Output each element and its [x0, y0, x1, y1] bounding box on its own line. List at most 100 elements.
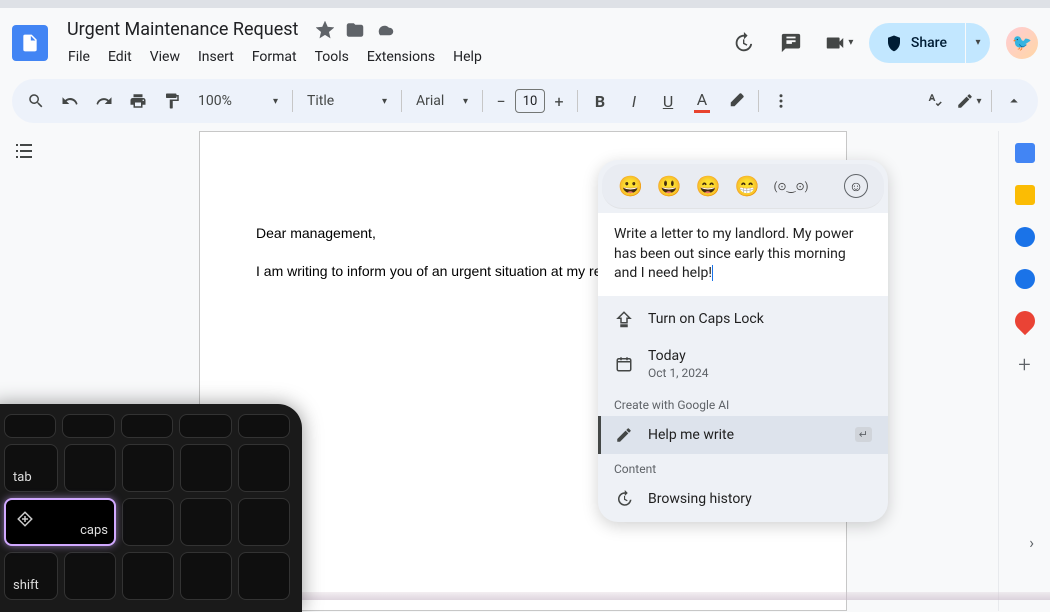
- key-blank[interactable]: [122, 498, 174, 546]
- style-select[interactable]: Title ▾: [299, 85, 395, 117]
- option-caps-lock[interactable]: Turn on Caps Lock: [598, 300, 888, 338]
- collapse-toolbar-icon[interactable]: [998, 85, 1030, 117]
- key-tab[interactable]: tab: [4, 444, 58, 492]
- key-blank[interactable]: [180, 552, 232, 600]
- option-today[interactable]: Today Oct 1, 2024: [598, 338, 888, 390]
- zoom-value: 100%: [198, 93, 232, 109]
- separator: [482, 90, 483, 112]
- option-label: Help me write: [648, 427, 734, 443]
- menu-tools[interactable]: Tools: [307, 45, 357, 69]
- italic-icon[interactable]: I: [618, 85, 650, 117]
- outline-icon[interactable]: [12, 139, 36, 163]
- key-blank[interactable]: [64, 552, 116, 600]
- comments-icon[interactable]: [773, 25, 809, 61]
- menu-insert[interactable]: Insert: [190, 45, 242, 69]
- maps-icon[interactable]: [1010, 307, 1038, 335]
- calendar-icon: [614, 355, 634, 373]
- font-size-input[interactable]: 10: [515, 89, 545, 113]
- emoji-option[interactable]: 😀: [618, 174, 643, 198]
- key-blank[interactable]: [122, 444, 174, 492]
- menu-help[interactable]: Help: [445, 45, 490, 69]
- option-help-me-write[interactable]: Help me write ↵: [598, 416, 888, 454]
- key-fragment[interactable]: [121, 414, 173, 438]
- edit-mode-icon[interactable]: ▾: [953, 85, 985, 117]
- more-icon[interactable]: [765, 85, 797, 117]
- key-caps[interactable]: caps: [4, 498, 116, 546]
- font-select[interactable]: Arial ▾: [408, 85, 476, 117]
- avatar-image: 🐦: [1012, 33, 1032, 52]
- paint-format-icon[interactable]: [156, 85, 188, 117]
- keep-icon[interactable]: [1015, 185, 1035, 205]
- browser-tab-strip: [0, 0, 1050, 8]
- kaomoji-option[interactable]: (⊙‿⊙): [774, 180, 809, 193]
- calendar-icon[interactable]: [1015, 143, 1035, 163]
- caps-lock-icon: [614, 310, 634, 328]
- separator: [991, 90, 992, 112]
- key-fragment[interactable]: [179, 414, 231, 438]
- key-shift[interactable]: shift: [4, 552, 58, 600]
- side-panel: +: [998, 131, 1050, 611]
- key-fragment[interactable]: [4, 414, 56, 438]
- key-blank[interactable]: [180, 444, 232, 492]
- meet-icon[interactable]: ▾: [821, 25, 857, 61]
- menu-file[interactable]: File: [60, 45, 98, 69]
- key-blank[interactable]: [238, 444, 290, 492]
- text-cursor: [712, 265, 713, 281]
- increase-font-icon[interactable]: +: [547, 85, 571, 117]
- key-blank[interactable]: [238, 552, 290, 600]
- print-icon[interactable]: [122, 85, 154, 117]
- star-icon[interactable]: [315, 20, 335, 40]
- hide-side-panel-icon[interactable]: ›: [1029, 533, 1034, 552]
- spellcheck-icon[interactable]: [919, 85, 951, 117]
- key-fragment[interactable]: [62, 414, 114, 438]
- font-size-value: 10: [523, 94, 538, 109]
- quick-insert-icon: [16, 510, 34, 532]
- emoji-option[interactable]: 😄: [696, 174, 721, 198]
- emoji-option[interactable]: 😃: [657, 174, 682, 198]
- share-button[interactable]: Share: [869, 23, 965, 63]
- redo-icon[interactable]: [88, 85, 120, 117]
- assist-options: Turn on Caps Lock Today Oct 1, 2024 Crea…: [598, 296, 888, 522]
- chevron-down-icon: ▾: [273, 96, 278, 107]
- separator: [577, 90, 578, 112]
- menu-view[interactable]: View: [142, 45, 188, 69]
- decrease-font-icon[interactable]: −: [489, 85, 513, 117]
- separator: [758, 90, 759, 112]
- menu-extensions[interactable]: Extensions: [359, 45, 443, 69]
- emoji-suggestions: 😀 😃 😄 😁 (⊙‿⊙) ☺: [602, 164, 884, 209]
- menu-format[interactable]: Format: [244, 45, 305, 69]
- key-fragment[interactable]: [238, 414, 290, 438]
- prompt-input[interactable]: Write a letter to my landlord. My power …: [598, 213, 888, 296]
- option-label: Browsing history: [648, 491, 752, 507]
- avatar[interactable]: 🐦: [1006, 27, 1038, 59]
- underline-icon[interactable]: U: [652, 85, 684, 117]
- tasks-icon[interactable]: [1015, 227, 1035, 247]
- key-blank[interactable]: [180, 498, 232, 546]
- separator: [292, 90, 293, 112]
- history-icon[interactable]: [725, 25, 761, 61]
- title-area: Urgent Maintenance Request File Edit Vie…: [60, 16, 717, 69]
- share-dropdown[interactable]: ▾: [966, 23, 990, 63]
- zoom-select[interactable]: 100% ▾: [190, 85, 286, 117]
- search-icon[interactable]: [20, 85, 52, 117]
- contacts-icon[interactable]: [1015, 269, 1035, 289]
- bold-icon[interactable]: B: [584, 85, 616, 117]
- key-blank[interactable]: [238, 498, 290, 546]
- emoji-option[interactable]: 😁: [735, 174, 760, 198]
- pencil-magic-icon: [614, 426, 634, 444]
- menu-edit[interactable]: Edit: [100, 45, 140, 69]
- add-addon-icon[interactable]: +: [1018, 353, 1030, 378]
- highlight-icon[interactable]: [720, 85, 752, 117]
- emoji-picker-icon[interactable]: ☺: [844, 174, 868, 198]
- key-blank[interactable]: [64, 444, 116, 492]
- move-icon[interactable]: [345, 20, 365, 40]
- key-blank[interactable]: [122, 552, 174, 600]
- cloud-status-icon[interactable]: [375, 20, 395, 40]
- chevron-down-icon: ▾: [463, 96, 468, 107]
- docs-logo-icon[interactable]: [12, 25, 48, 61]
- history-icon: [614, 490, 634, 508]
- undo-icon[interactable]: [54, 85, 86, 117]
- option-browsing-history[interactable]: Browsing history: [598, 480, 888, 518]
- text-color-icon[interactable]: A: [686, 85, 718, 117]
- doc-title[interactable]: Urgent Maintenance Request: [60, 16, 305, 43]
